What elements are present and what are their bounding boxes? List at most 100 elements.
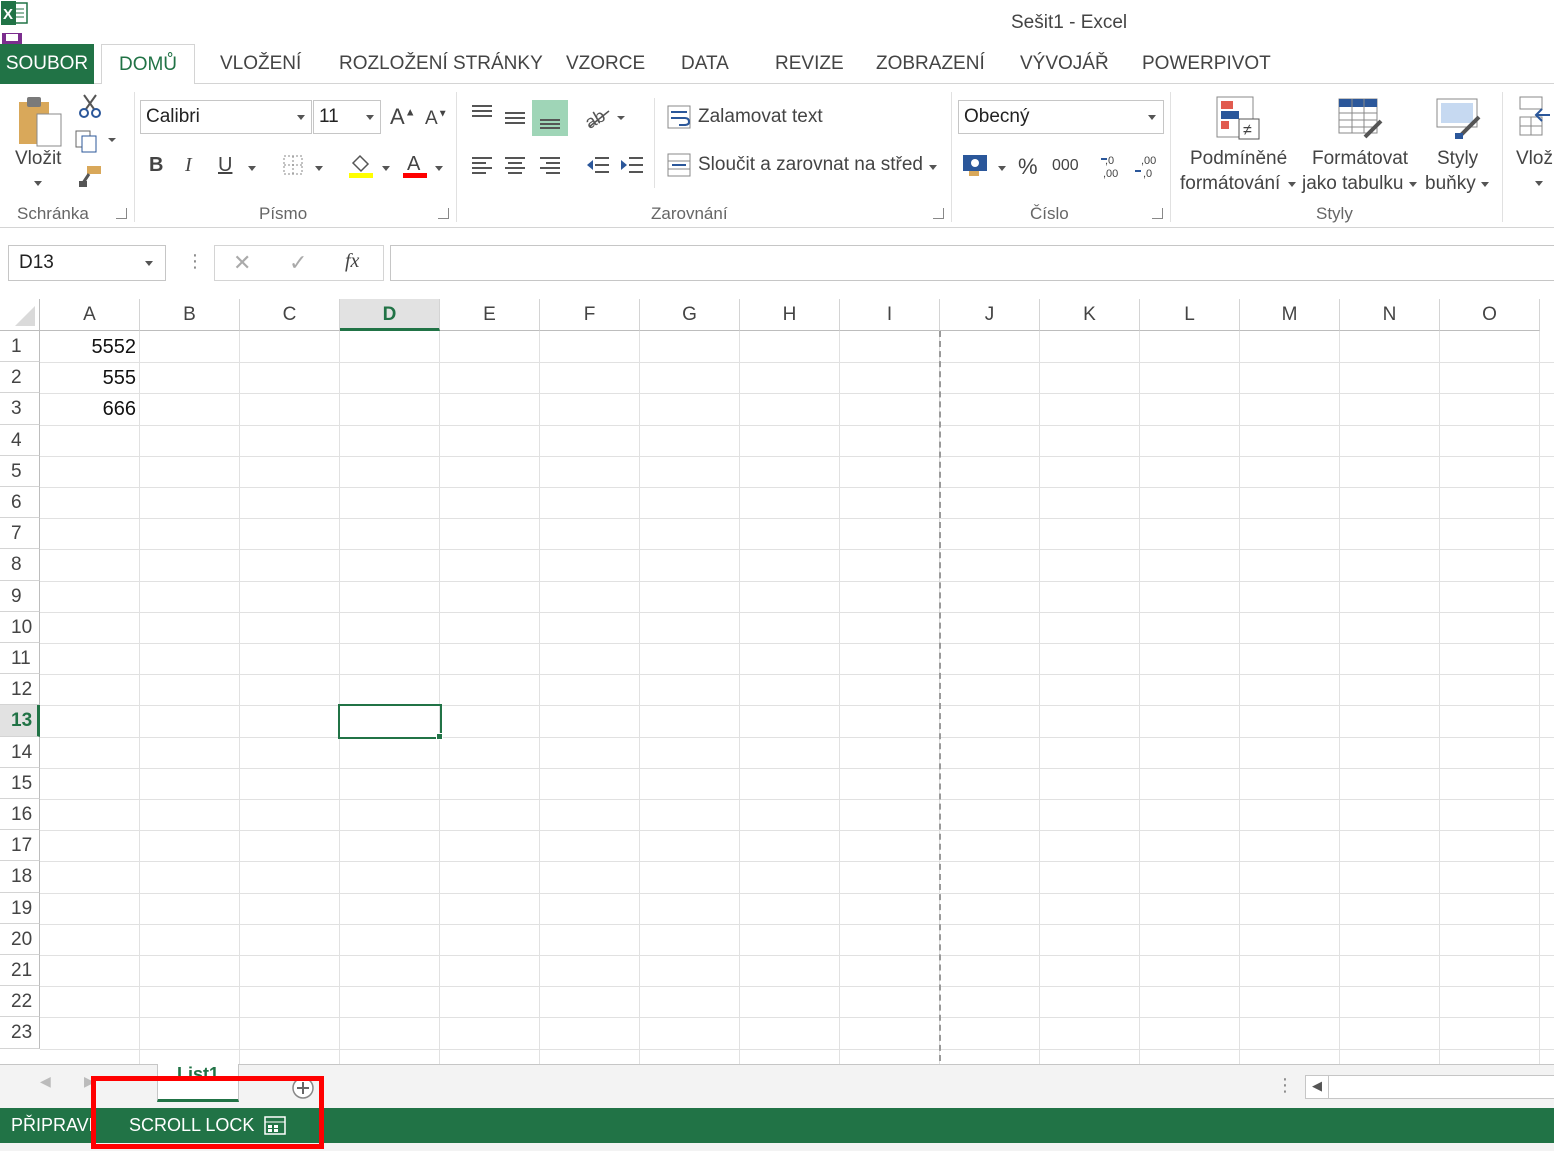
row-header-23[interactable]: 23 [0,1017,40,1049]
merge-center-caret[interactable] [929,165,937,170]
italic-icon[interactable]: I [185,154,192,177]
align-right-icon[interactable] [536,152,564,178]
paste-label[interactable]: Vložit [15,148,61,170]
decrease-indent-icon[interactable] [584,152,612,178]
conditional-formatting-label-2[interactable]: formátování [1180,173,1280,195]
cell-styles-label-1[interactable]: Styly [1437,148,1478,170]
row-header-19[interactable]: 19 [0,892,40,924]
column-header-m[interactable]: M [1240,299,1340,331]
fill-color-icon[interactable] [346,150,376,180]
column-header-c[interactable]: C [240,299,340,331]
row-header-8[interactable]: 8 [0,549,40,581]
column-header-o[interactable]: O [1440,299,1540,331]
clipboard-launcher[interactable] [116,208,127,219]
conditional-formatting-label-1[interactable]: Podmíněné [1190,148,1287,170]
row-header-6[interactable]: 6 [0,487,40,519]
tab-file[interactable]: SOUBOR [0,44,94,84]
row-header-14[interactable]: 14 [0,736,40,768]
decrease-decimal-icon[interactable]: ,00,0 [1132,152,1162,180]
tab-developer[interactable]: VÝVOJÁŘ [1020,44,1109,84]
row-header-3[interactable]: 3 [0,393,40,425]
tab-data[interactable]: DATA [681,44,729,84]
column-header-k[interactable]: K [1040,299,1140,331]
cell-styles-caret[interactable] [1481,182,1489,187]
split-grip-icon[interactable]: ⋮ [1276,1075,1294,1096]
row-header-21[interactable]: 21 [0,955,40,987]
column-header-d[interactable]: D [340,299,440,331]
cell-a1[interactable]: 5552 [40,332,137,363]
tab-home[interactable]: DOMŮ [101,44,195,85]
column-header-j[interactable]: J [940,299,1040,331]
number-launcher[interactable] [1152,208,1163,219]
column-header-b[interactable]: B [140,299,240,331]
insert-cells-caret[interactable] [1535,181,1543,186]
tab-page-layout[interactable]: ROZLOŽENÍ STRÁNKY [339,44,543,84]
row-header-9[interactable]: 9 [0,580,40,612]
cancel-icon[interactable]: ✕ [233,250,251,276]
format-as-table-label-2[interactable]: jako tabulku [1302,173,1403,195]
row-header-20[interactable]: 20 [0,923,40,955]
format-as-table-caret[interactable] [1409,182,1417,187]
font-color-caret[interactable] [435,166,443,171]
row-header-17[interactable]: 17 [0,830,40,862]
tab-review[interactable]: REVIZE [775,44,844,84]
wrap-text-button[interactable]: Zalamovat text [698,106,823,128]
wrap-text-icon[interactable] [666,104,694,130]
format-painter-icon[interactable] [76,162,104,190]
align-middle-icon[interactable] [501,100,529,134]
number-format-combo[interactable]: Obecný [958,100,1164,134]
conditional-formatting-caret[interactable] [1288,182,1296,187]
font-name-combo[interactable]: Calibri [140,100,312,134]
borders-icon[interactable] [282,154,304,176]
sheet-scroll-left-icon[interactable]: ◀ [40,1073,51,1090]
column-header-h[interactable]: H [740,299,840,331]
cell-styles-label-2[interactable]: buňky [1425,173,1476,195]
accounting-caret[interactable] [998,166,1006,171]
row-header-10[interactable]: 10 [0,611,40,643]
row-header-15[interactable]: 15 [0,767,40,799]
row-header-12[interactable]: 12 [0,674,40,706]
row-header-18[interactable]: 18 [0,861,40,893]
hscroll-left-icon[interactable]: ◀ [1312,1078,1322,1094]
select-all-corner[interactable] [0,299,40,331]
align-left-icon[interactable] [468,152,496,178]
column-header-a[interactable]: A [40,299,140,331]
enter-icon[interactable]: ✓ [289,250,307,276]
formula-input[interactable] [390,245,1554,281]
accounting-icon[interactable] [960,150,992,180]
paste-icon[interactable] [10,92,70,152]
selected-cell-d13[interactable] [338,704,442,739]
merge-icon[interactable] [666,152,694,178]
underline-icon[interactable]: U [218,154,232,177]
align-center-icon[interactable] [501,152,529,178]
comma-icon[interactable]: 000 [1052,157,1079,175]
column-header-g[interactable]: G [640,299,740,331]
row-header-4[interactable]: 4 [0,424,40,456]
column-header-e[interactable]: E [440,299,540,331]
tab-insert[interactable]: VLOŽENÍ [220,44,301,84]
fill-handle[interactable] [436,733,443,740]
cell-a3[interactable]: 666 [40,394,136,425]
tab-formulas[interactable]: VZORCE [566,44,645,84]
column-header-l[interactable]: L [1140,299,1240,331]
format-as-table-icon[interactable] [1334,92,1386,144]
column-header-i[interactable]: I [840,299,940,331]
format-as-table-label-1[interactable]: Formátovat [1312,148,1408,170]
row-header-22[interactable]: 22 [0,986,40,1018]
borders-caret[interactable] [315,166,323,171]
conditional-formatting-icon[interactable]: ≠ [1212,92,1264,144]
row-header-1[interactable]: 1 [0,331,40,363]
font-color-icon[interactable]: A [400,150,430,180]
orientation-icon[interactable]: ab [582,100,628,134]
font-name-caret[interactable] [297,115,305,120]
align-bottom-icon[interactable] [532,100,568,136]
paste-dropdown-caret[interactable] [34,181,42,186]
fill-color-caret[interactable] [382,166,390,171]
merge-center-button[interactable]: Sloučit a zarovnat na střed [698,154,923,176]
font-launcher[interactable] [438,208,449,219]
increase-font-icon[interactable]: A▲ [390,104,416,130]
row-header-16[interactable]: 16 [0,799,40,831]
increase-indent-icon[interactable] [618,152,646,178]
alignment-launcher[interactable] [933,208,944,219]
row-header-13[interactable]: 13 [0,705,40,737]
